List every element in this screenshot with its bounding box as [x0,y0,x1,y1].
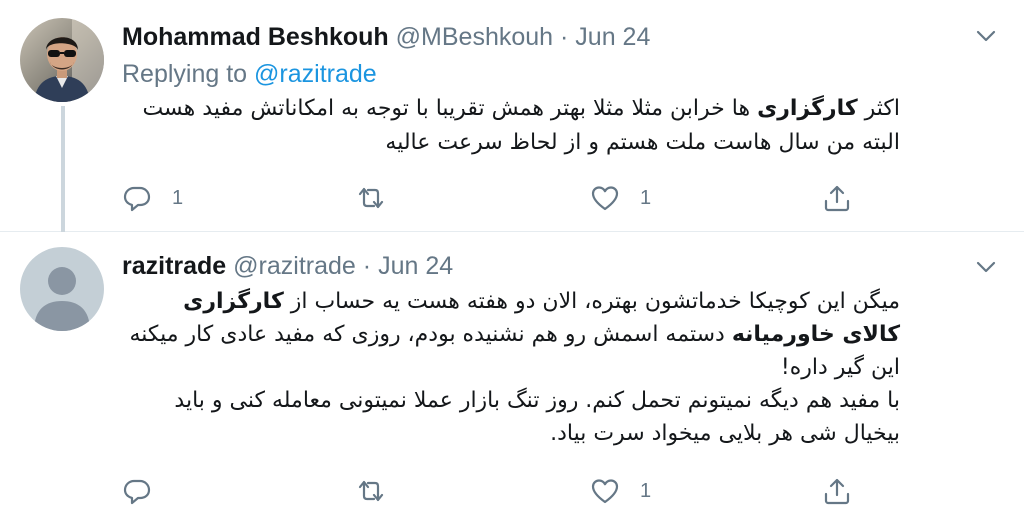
author-handle[interactable]: @MBeshkouh [396,23,553,51]
tweet[interactable]: Mohammad Beshkouh @MBeshkouh · Jun 24 Re… [0,0,1024,232]
tweet-text-line: با مفید هم دیگه نمیتونم تحمل کنم. روز تن… [174,388,900,446]
like-button[interactable]: 1 [590,473,651,509]
retweet-icon [358,480,384,502]
tweet-date[interactable]: Jun 24 [378,252,453,280]
reply-button[interactable] [122,473,172,509]
like-button[interactable]: 1 [590,180,651,216]
replying-to-mention[interactable]: @razitrade [254,60,377,88]
chevron-down-icon [976,261,996,273]
heart-icon [591,186,619,211]
author-handle[interactable]: @razitrade [233,252,356,280]
share-icon [824,185,850,212]
default-avatar-icon [20,247,104,331]
tweet-actions: 1 1 [122,180,882,216]
share-button[interactable] [822,473,852,509]
tweet-text-line: میگن این کوچیکا خدماتشون بهتره، الان دو … [129,289,900,380]
thread-line [61,106,65,232]
tweet-header: Mohammad Beshkouh @MBeshkouh · Jun 24 [122,22,650,52]
avatar[interactable] [20,18,104,102]
chevron-down-icon [976,30,996,42]
tweet[interactable]: razitrade @razitrade · Jun 24 میگن این ک… [0,233,1024,527]
avatar[interactable] [20,247,104,331]
tweet-header: razitrade @razitrade · Jun 24 [122,251,453,281]
tweet-text-line: البته من سال هاست ملت هستم و از لحاظ سرع… [385,130,900,155]
tweet-text: اکثر کارگزاری ها خرابن مثلا مثلا بهتر هم… [122,92,900,160]
more-options-button[interactable] [972,22,1000,50]
bold-keyword: کارگزاری [757,96,858,121]
retweet-button[interactable] [356,180,406,216]
avatar-photo [20,18,104,102]
tweet-date[interactable]: Jun 24 [575,23,650,51]
heart-icon [591,479,619,504]
tweet-text: میگن این کوچیکا خدماتشون بهتره، الان دو … [122,285,900,450]
author-name[interactable]: Mohammad Beshkouh [122,23,389,51]
like-count: 1 [640,186,652,209]
retweet-button[interactable] [356,473,406,509]
retweet-icon [358,187,384,209]
share-icon [824,478,850,505]
separator-dot: · [362,252,372,280]
tweet-actions: 1 [122,473,882,509]
author-name[interactable]: razitrade [122,252,226,280]
reply-count: 1 [172,186,184,209]
reply-button[interactable]: 1 [122,180,183,216]
separator-dot: · [560,23,569,51]
share-button[interactable] [822,180,852,216]
reply-icon [123,186,151,212]
tweet-text-line: اکثر کارگزاری ها خرابن مثلا مثلا بهتر هم… [142,96,900,121]
replying-to: Replying to @razitrade [122,58,377,90]
replying-to-label: Replying to [122,60,248,88]
like-count: 1 [640,479,652,502]
reply-icon [123,479,151,505]
more-options-button[interactable] [972,253,1000,281]
